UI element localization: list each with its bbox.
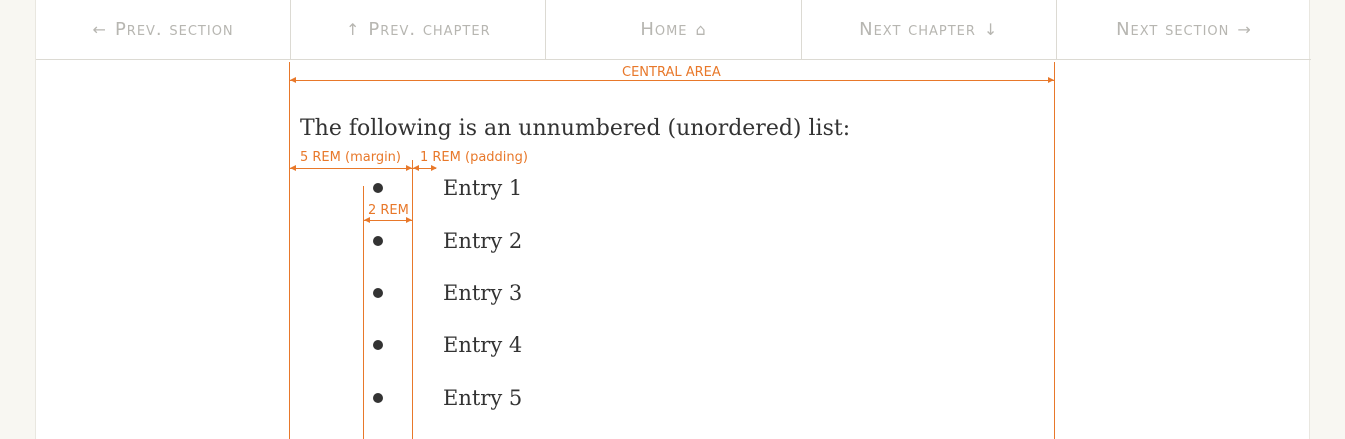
bullet-width-label: 2 REM xyxy=(368,203,409,218)
nav-prev-section[interactable]: ← Prev. section xyxy=(36,0,292,59)
margin-dimension-line xyxy=(290,168,412,169)
padding-arrow-left xyxy=(413,165,419,171)
central-area-arrow-left xyxy=(290,77,296,83)
nav-next-section[interactable]: Next section → xyxy=(1057,0,1311,59)
bullet-width-dimension-line xyxy=(364,220,412,221)
arrow-left-icon: ← xyxy=(92,19,107,39)
list-item-text: Entry 5 xyxy=(443,386,523,410)
nav-next-section-label: Next section xyxy=(1116,19,1230,40)
list-item-text: Entry 1 xyxy=(443,176,523,200)
nav-prev-section-label: Prev. section xyxy=(114,19,234,40)
bullet-icon xyxy=(373,393,383,403)
arrow-right-icon: → xyxy=(1237,19,1252,39)
bullet-icon xyxy=(373,288,383,298)
bullet-column-right-guide xyxy=(412,160,413,439)
nav-prev-chapter-label: Prev. chapter xyxy=(368,19,491,40)
nav-next-chapter-label: Next chapter xyxy=(859,19,976,40)
bullet-icon xyxy=(373,236,383,246)
central-area-dimension-line xyxy=(290,80,1054,81)
padding-label: 1 REM (padding) xyxy=(420,150,528,165)
nav-next-chapter[interactable]: Next chapter ↓ xyxy=(802,0,1057,59)
bullet-column-left-guide xyxy=(363,186,364,439)
central-area-right-guide xyxy=(1054,62,1055,439)
list-item-text: Entry 4 xyxy=(443,333,523,357)
arrow-up-icon: ↑ xyxy=(345,19,361,39)
list-intro-paragraph: The following is an unnumbered (unordere… xyxy=(300,116,851,141)
list-item-text: Entry 3 xyxy=(443,281,523,305)
padding-arrow-right xyxy=(431,165,437,171)
bullet-icon xyxy=(373,340,383,350)
nav-home[interactable]: Home ⌂ xyxy=(546,0,802,59)
nav-prev-chapter[interactable]: ↑ Prev. chapter xyxy=(291,0,547,59)
central-area-arrow-right xyxy=(1048,77,1054,83)
bullet-width-arrow-right xyxy=(406,217,412,223)
central-area-label: CENTRAL AREA xyxy=(622,65,721,80)
list-item-text: Entry 2 xyxy=(443,229,523,253)
central-area-left-guide xyxy=(289,62,290,439)
home-icon: ⌂ xyxy=(695,19,707,39)
chapter-navigation: ← Prev. section ↑ Prev. chapter Home ⌂ N… xyxy=(36,0,1311,60)
margin-arrow-left xyxy=(290,165,296,171)
bullet-icon xyxy=(373,183,383,193)
nav-home-label: Home xyxy=(640,19,688,40)
margin-label: 5 REM (margin) xyxy=(300,150,401,165)
arrow-down-icon: ↓ xyxy=(983,19,999,39)
bullet-width-arrow-left xyxy=(364,217,370,223)
